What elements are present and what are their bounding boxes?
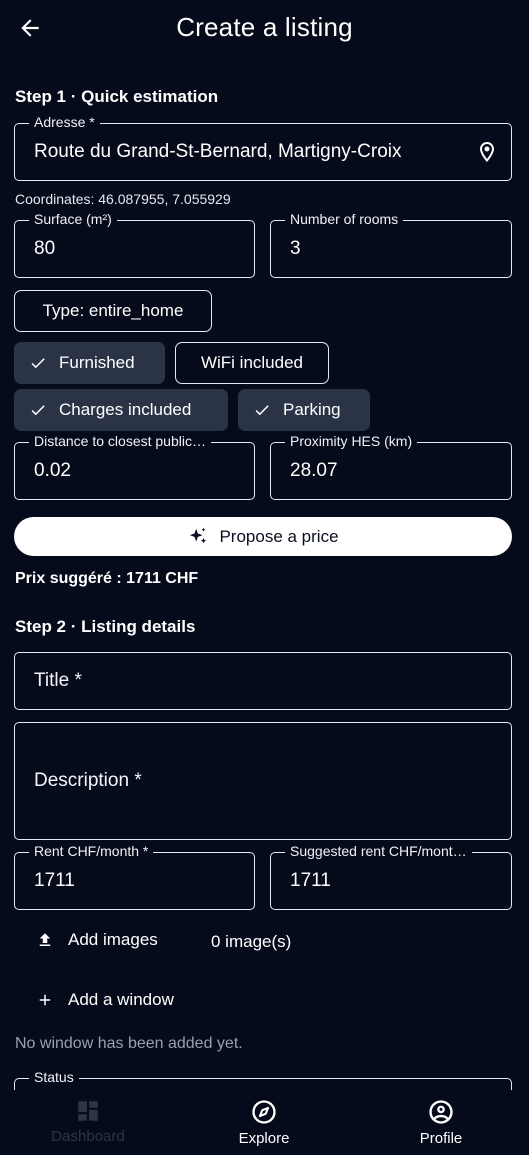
description-field[interactable]: Description * bbox=[14, 722, 512, 840]
add-window-button[interactable]: Add a window bbox=[36, 990, 174, 1010]
page-title: Create a listing bbox=[176, 12, 353, 42]
surface-label: Surface (m²) bbox=[29, 211, 117, 227]
plus-icon bbox=[39, 994, 51, 1006]
surface-field[interactable]: Surface (m²) 80 bbox=[14, 211, 255, 278]
address-label: Adresse * bbox=[29, 114, 100, 130]
sparkle-icon bbox=[190, 527, 207, 543]
compass-icon bbox=[252, 1100, 276, 1124]
nav-explore-label: Explore bbox=[238, 1130, 290, 1147]
no-window-text: No window has been added yet. bbox=[15, 1035, 243, 1052]
proximity-label: Proximity HES (km) bbox=[285, 433, 418, 449]
parking-chip-label: Parking bbox=[283, 400, 341, 419]
address-field[interactable]: Adresse * Route du Grand-St-Bernard, Mar… bbox=[14, 114, 512, 181]
suggested-rent-field[interactable]: Suggested rent CHF/mont… 1711 bbox=[270, 843, 512, 910]
suggested-rent-label: Suggested rent CHF/mont… bbox=[285, 843, 472, 859]
proximity-value: 28.07 bbox=[290, 460, 338, 481]
rooms-field[interactable]: Number of rooms 3 bbox=[270, 211, 512, 278]
type-chip[interactable]: Type: entire_home bbox=[14, 290, 212, 332]
suggested-price-text: Prix suggéré : 1711 CHF bbox=[15, 570, 199, 587]
charges-chip-label: Charges included bbox=[59, 400, 192, 419]
distance-field[interactable]: Distance to closest public… 0.02 bbox=[14, 433, 255, 500]
parking-chip[interactable]: Parking bbox=[238, 389, 370, 431]
propose-price-label: Propose a price bbox=[219, 526, 339, 546]
description-placeholder: Description * bbox=[34, 770, 142, 791]
bottom-navigation: Dashboard Explore Profile bbox=[0, 1090, 529, 1155]
add-images-button[interactable]: Add images bbox=[36, 930, 158, 950]
title-field[interactable]: Title * bbox=[14, 652, 512, 710]
coordinates-text: Coordinates: 46.087955, 7.055929 bbox=[15, 191, 231, 207]
check-icon bbox=[29, 354, 47, 372]
distance-value: 0.02 bbox=[34, 460, 71, 481]
rent-value: 1711 bbox=[34, 870, 75, 891]
step2-title: Step 2 · Listing details bbox=[15, 617, 196, 636]
type-chip-label: Type: entire_home bbox=[42, 301, 184, 320]
rooms-value: 3 bbox=[290, 238, 301, 259]
title-placeholder: Title * bbox=[34, 670, 82, 691]
proximity-field[interactable]: Proximity HES (km) 28.07 bbox=[270, 433, 512, 500]
check-icon bbox=[253, 401, 271, 419]
wifi-chip[interactable]: WiFi included bbox=[175, 342, 329, 384]
surface-value: 80 bbox=[34, 238, 56, 259]
rent-label: Rent CHF/month * bbox=[29, 843, 154, 859]
profile-icon bbox=[429, 1100, 453, 1124]
furnished-chip-label: Furnished bbox=[59, 353, 135, 372]
charges-chip[interactable]: Charges included bbox=[14, 389, 228, 431]
nav-profile-label: Profile bbox=[419, 1130, 463, 1147]
dashboard-icon bbox=[78, 1101, 98, 1121]
location-pin-icon[interactable] bbox=[475, 140, 499, 164]
step1-title: Step 1 · Quick estimation bbox=[15, 87, 219, 106]
nav-dashboard-label: Dashboard bbox=[51, 1128, 125, 1145]
add-window-label: Add a window bbox=[68, 990, 174, 1009]
rooms-label: Number of rooms bbox=[285, 211, 404, 227]
nav-dashboard[interactable]: Dashboard bbox=[0, 1090, 176, 1155]
check-icon bbox=[29, 401, 47, 419]
propose-price-button[interactable]: Propose a price bbox=[14, 517, 512, 556]
nav-explore[interactable]: Explore bbox=[176, 1090, 352, 1155]
upload-icon bbox=[39, 933, 51, 946]
wifi-chip-label: WiFi included bbox=[200, 353, 304, 372]
add-images-label: Add images bbox=[68, 930, 158, 949]
address-value: Route du Grand-St-Bernard, Martigny-Croi… bbox=[34, 141, 402, 162]
image-count-text: 0 image(s) bbox=[211, 932, 292, 951]
rent-field[interactable]: Rent CHF/month * 1711 bbox=[14, 843, 255, 910]
furnished-chip[interactable]: Furnished bbox=[14, 342, 165, 384]
nav-profile[interactable]: Profile bbox=[353, 1090, 529, 1155]
distance-label: Distance to closest public… bbox=[29, 433, 211, 449]
suggested-rent-value: 1711 bbox=[290, 870, 331, 891]
status-label: Status bbox=[29, 1069, 79, 1085]
